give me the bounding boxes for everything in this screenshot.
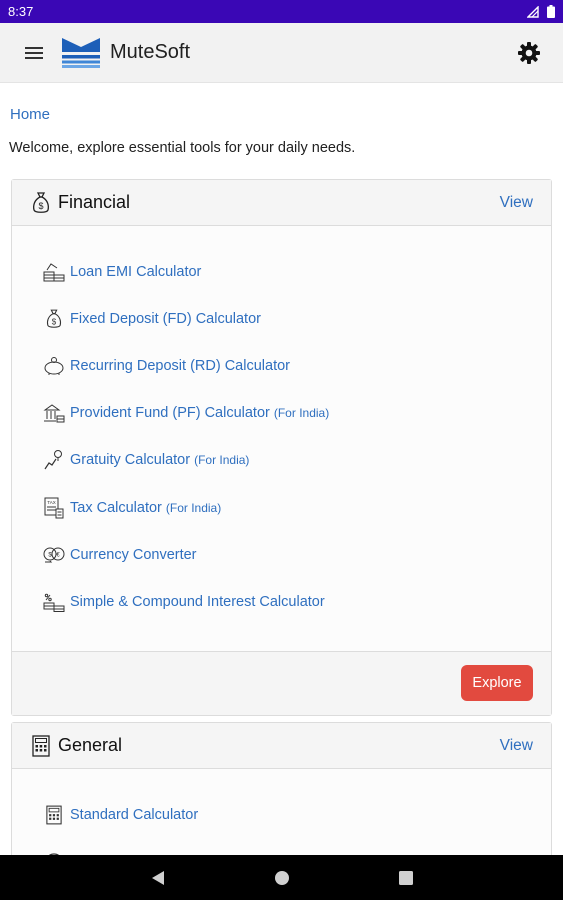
financial-card-footer: Explore — [12, 650, 551, 715]
list-item-interest[interactable]: Simple & Compound Interest Calculator — [12, 578, 551, 625]
growth-pin-icon — [42, 448, 66, 472]
svg-text:$: $ — [38, 201, 43, 211]
loan-emi-label: Loan EMI Calculator — [70, 263, 202, 280]
svg-text:$: $ — [52, 317, 57, 326]
tax-label: Tax Calculator — [70, 499, 162, 516]
currency-converter-label: Currency Converter — [70, 546, 197, 563]
list-item-provident-fund[interactable]: Provident Fund (PF) Calculator (For Indi… — [12, 390, 551, 437]
status-time: 8:37 — [8, 4, 34, 19]
calculator-icon — [42, 803, 66, 827]
recents-icon[interactable] — [394, 866, 418, 890]
coins-percent-icon — [42, 590, 66, 614]
coins-stack-icon — [42, 260, 66, 284]
recurring-deposit-label: Recurring Deposit (RD) Calculator — [70, 357, 290, 374]
battery-icon — [547, 5, 555, 18]
list-item-loan-emi[interactable]: Loan EMI Calculator — [12, 248, 551, 295]
app-title: MuteSoft — [110, 41, 191, 63]
currency-exchange-icon: $ € — [42, 543, 66, 567]
financial-card-header: $ Financial View — [12, 180, 551, 226]
money-bag-icon: $ — [42, 307, 66, 331]
financial-list: Loan EMI Calculator $ Fixed Deposit (FD)… — [12, 226, 551, 626]
gratuity-note: (For India) — [194, 453, 250, 468]
svg-text:TAX: TAX — [47, 500, 55, 505]
interest-label: Simple & Compound Interest Calculator — [70, 593, 325, 610]
general-view-link[interactable]: View — [500, 737, 533, 755]
back-icon[interactable] — [146, 866, 170, 890]
provident-fund-label: Provident Fund (PF) Calculator — [70, 405, 270, 422]
calculator-icon — [30, 734, 52, 758]
hamburger-menu-icon[interactable] — [16, 35, 52, 71]
list-item-standard-calculator[interactable]: Standard Calculator — [12, 791, 551, 838]
standard-calculator-label: Standard Calculator — [70, 806, 199, 823]
general-card: General View Standard Calculator — [11, 722, 552, 855]
list-item-fixed-deposit[interactable]: $ Fixed Deposit (FD) Calculator — [12, 295, 551, 342]
piggy-bank-icon — [42, 354, 66, 378]
list-item-currency-converter[interactable]: $ € Currency Converter — [12, 531, 551, 578]
list-item-partial[interactable] — [12, 838, 551, 855]
tax-note: (For India) — [165, 500, 222, 515]
gear-icon[interactable] — [511, 35, 547, 71]
money-bag-icon: $ — [30, 191, 52, 215]
signal-icon — [527, 5, 539, 18]
general-list: Standard Calculator — [12, 769, 551, 855]
breadcrumb-home[interactable]: Home — [10, 106, 50, 123]
general-card-header: General View — [12, 723, 551, 769]
system-nav-bar — [0, 855, 563, 900]
list-item-recurring-deposit[interactable]: Recurring Deposit (RD) Calculator — [12, 342, 551, 389]
mutesoft-logo — [62, 37, 100, 68]
bank-coins-icon — [42, 401, 66, 425]
list-item-tax[interactable]: TAX Tax Calculator (For India) — [12, 484, 551, 531]
tax-document-icon: TAX — [42, 496, 66, 520]
financial-card-title: Financial — [58, 192, 131, 212]
provident-fund-note: (For India) — [273, 406, 330, 421]
list-item-gratuity[interactable]: Gratuity Calculator (For India) — [12, 437, 551, 484]
home-icon[interactable] — [270, 866, 294, 890]
fixed-deposit-label: Fixed Deposit (FD) Calculator — [70, 310, 261, 327]
main-content: Home Welcome, explore essential tools fo… — [0, 83, 563, 855]
app-bar: MuteSoft — [0, 23, 563, 83]
financial-card: $ Financial View Loan EMI Calculator $ F… — [11, 179, 552, 716]
svg-text:€: € — [56, 552, 60, 558]
financial-view-link[interactable]: View — [500, 194, 533, 212]
general-card-title: General — [58, 735, 123, 755]
explore-button[interactable]: Explore — [461, 665, 533, 701]
gratuity-label: Gratuity Calculator — [70, 452, 191, 469]
status-bar: 8:37 — [0, 0, 563, 23]
welcome-text: Welcome, explore essential tools for you… — [9, 140, 356, 156]
